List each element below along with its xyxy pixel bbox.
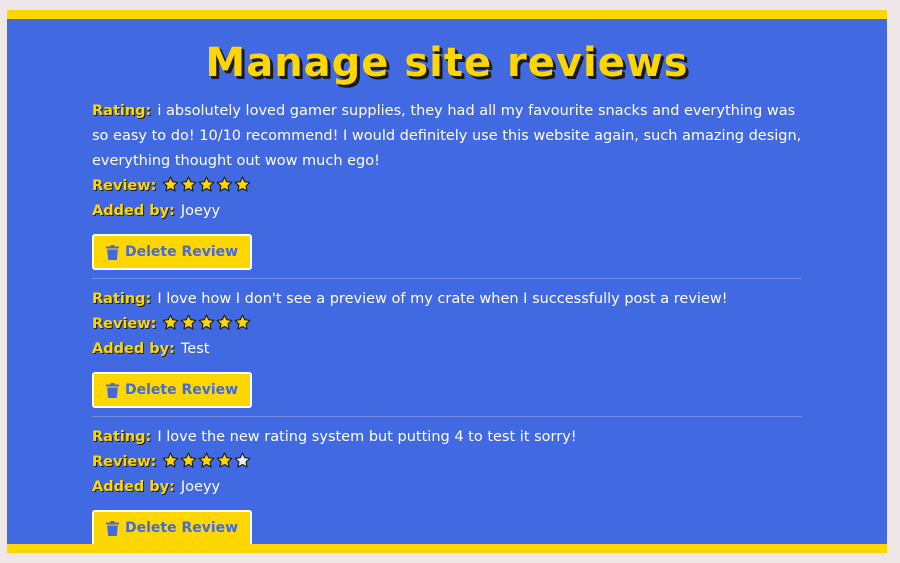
review-text-row: Rating: I love the new rating system but … [92,425,802,450]
review-list: Rating: i absolutely loved gamer supplies… [92,99,802,544]
review-stars-row: Review: [92,174,802,199]
page-title: Manage site reviews [205,40,689,86]
rating-label: Rating: [92,429,152,445]
delete-button-label: Delete Review [125,520,239,536]
delete-review-button[interactable]: Delete Review [92,510,253,544]
star-filled-icon [162,313,179,331]
star-empty-icon [234,451,251,469]
review-label: Review: [92,454,157,470]
review-stars-row: Review: [92,312,802,337]
star-filled-icon [180,451,197,469]
star-filled-icon [180,313,197,331]
rating-label: Rating: [92,291,152,307]
star-filled-icon [198,313,215,331]
delete-review-button[interactable]: Delete Review [92,234,253,270]
star-filled-icon [216,451,233,469]
star-filled-icon [180,175,197,193]
review-item: Rating: i absolutely loved gamer supplies… [92,99,802,279]
review-text: I love how I don't see a preview of my c… [157,291,728,307]
review-text: i absolutely loved gamer supplies, they … [92,103,802,169]
review-text: I love the new rating system but putting… [157,429,577,445]
review-text-row: Rating: I love how I don't see a preview … [92,287,802,312]
review-label: Review: [92,316,157,332]
star-filled-icon [162,175,179,193]
star-filled-icon [198,451,215,469]
star-filled-icon [234,175,251,193]
star-rating [162,172,252,197]
delete-button-label: Delete Review [125,244,239,260]
review-stars-row: Review: [92,450,802,475]
review-author: Joeyy [180,479,221,495]
rating-label: Rating: [92,103,152,119]
star-filled-icon [162,451,179,469]
review-item: Rating: I love the new rating system but … [92,425,802,544]
added-by-row: Added by: Joeyy [92,199,802,224]
star-filled-icon [198,175,215,193]
review-item: Rating: I love how I don't see a preview … [92,287,802,417]
added-by-label: Added by: [92,203,175,219]
star-rating [162,448,252,473]
star-rating [162,310,252,335]
review-author: Test [180,341,210,357]
reviews-panel: Manage site reviews Rating: i absolutely … [7,10,887,553]
added-by-label: Added by: [92,341,175,357]
review-label: Review: [92,178,157,194]
delete-button-label: Delete Review [125,382,239,398]
trash-icon [106,520,119,536]
added-by-label: Added by: [92,479,175,495]
added-by-row: Added by: Test [92,337,802,362]
review-text-row: Rating: i absolutely loved gamer supplies… [92,99,802,174]
star-filled-icon [234,313,251,331]
review-author: Joeyy [180,203,221,219]
star-filled-icon [216,175,233,193]
star-filled-icon [216,313,233,331]
trash-icon [106,244,119,260]
added-by-row: Added by: Joeyy [92,475,802,500]
delete-review-button[interactable]: Delete Review [92,372,253,408]
trash-icon [106,382,119,398]
